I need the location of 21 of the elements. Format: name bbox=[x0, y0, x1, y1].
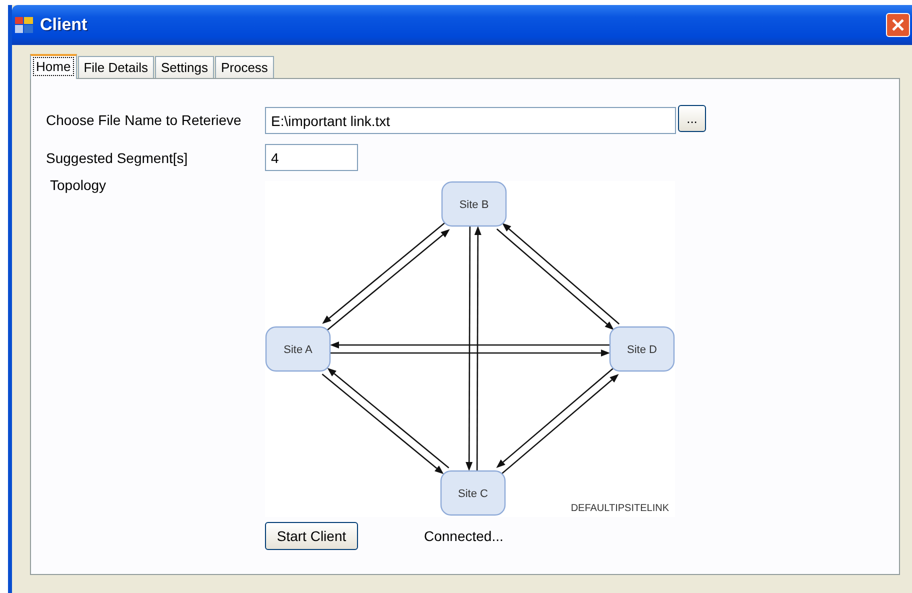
field-label: Suggested Segment[s] bbox=[46, 150, 189, 166]
close-button[interactable] bbox=[886, 13, 910, 37]
field-label: Topology bbox=[49, 177, 108, 193]
start-client-button[interactable]: Start Client bbox=[265, 522, 358, 550]
window-title: Client bbox=[40, 15, 88, 35]
site-node: Site D bbox=[609, 326, 675, 372]
site-node: Site B bbox=[441, 181, 507, 227]
tab[interactable]: Process bbox=[214, 56, 274, 78]
app-icon bbox=[14, 16, 34, 34]
segments-field[interactable]: 4 bbox=[265, 144, 358, 171]
file-name-field[interactable]: E:\important link.txt bbox=[265, 107, 676, 134]
close-icon bbox=[892, 19, 904, 31]
site-node: Site C bbox=[440, 470, 506, 516]
browse-button[interactable]: ... bbox=[678, 105, 706, 132]
diagram-caption: DEFAULTIPSITELINK bbox=[570, 503, 669, 514]
tab[interactable]: Home bbox=[30, 54, 77, 79]
site-node: Site A bbox=[265, 326, 331, 372]
tab[interactable]: Settings bbox=[154, 56, 214, 78]
tab[interactable]: File Details bbox=[78, 56, 154, 78]
status-text: Connected... bbox=[424, 528, 504, 544]
field-label: Choose File Name to Reterieve bbox=[46, 112, 242, 128]
